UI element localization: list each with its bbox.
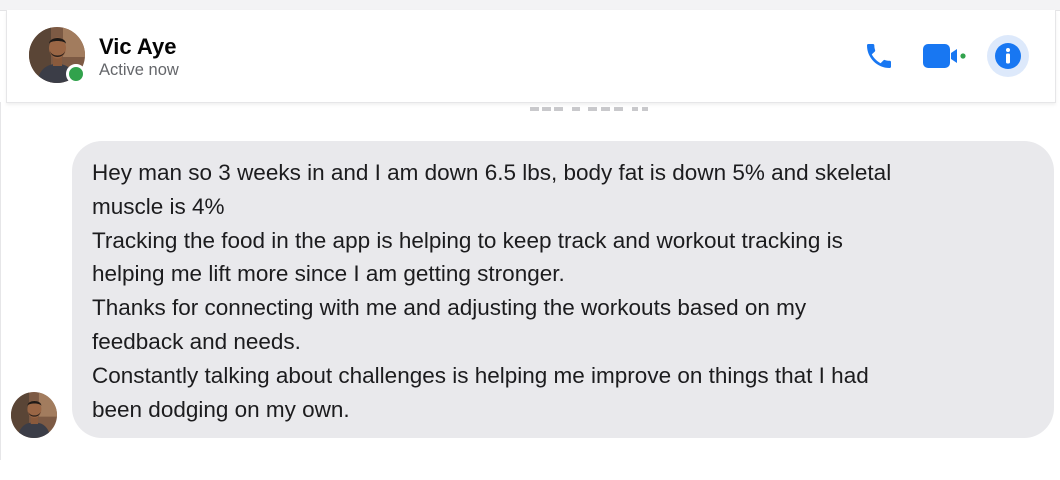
message-line: helping me lift more since I am getting … — [92, 261, 565, 287]
message-line: been dodging on my own. — [92, 396, 350, 422]
contact-name[interactable]: Vic Aye — [99, 34, 176, 60]
panel-left-border — [0, 102, 1, 460]
incoming-message-bubble[interactable]: Hey man so 3 weeks in and I am down 6.5 … — [72, 141, 1054, 438]
faded-timestamp — [528, 104, 658, 114]
chat-window: Vic Aye Active now Hey man so 3 weeks in… — [0, 0, 1060, 460]
info-icon — [995, 43, 1021, 69]
clipped-timestamp-glyphs — [530, 107, 648, 111]
voice-call-button[interactable] — [859, 36, 899, 76]
sender-avatar[interactable] — [11, 392, 57, 438]
video-call-button[interactable] — [917, 36, 969, 76]
active-status-dot — [66, 64, 86, 84]
message-line: Thanks for connecting with me and adjust… — [92, 295, 807, 321]
message-line: Constantly talking about challenges is h… — [92, 362, 869, 388]
message-line: Tracking the food in the app is helping … — [92, 227, 843, 253]
conversation-info-button[interactable] — [987, 35, 1029, 77]
conversation-header: Vic Aye Active now — [6, 10, 1056, 103]
phone-icon — [867, 44, 891, 68]
message-line: Hey man so 3 weeks in and I am down 6.5 … — [92, 160, 892, 185]
contact-status: Active now — [99, 61, 179, 79]
contact-avatar[interactable] — [29, 27, 86, 84]
message-line: muscle is 4% — [92, 193, 225, 219]
video-camera-icon — [923, 44, 966, 68]
message-line: feedback and needs. — [92, 328, 301, 354]
sender-avatar-image — [11, 392, 57, 438]
